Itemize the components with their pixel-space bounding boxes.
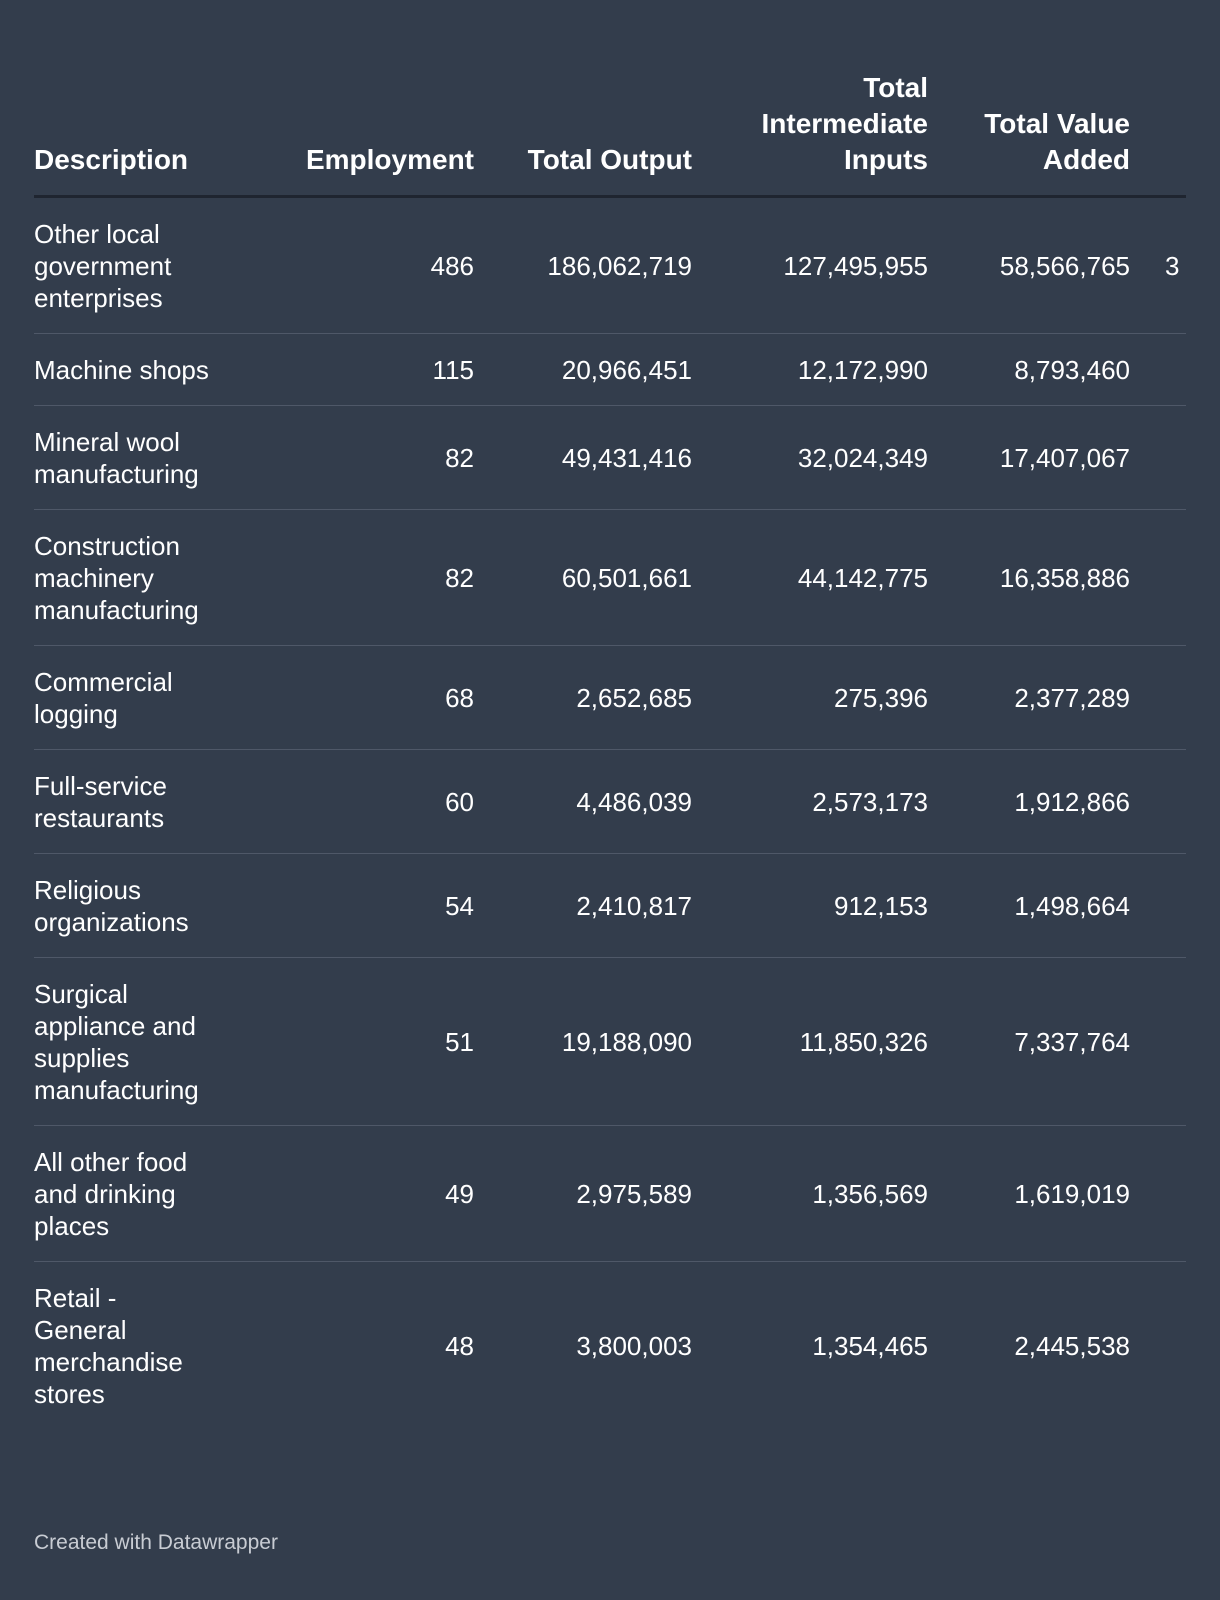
cell-description: All other food and drinking places bbox=[34, 1125, 234, 1262]
cell-total-intermediate-inputs: 2,573,173 bbox=[692, 749, 928, 854]
cell-description: Retail - General merchandise stores bbox=[34, 1283, 183, 1409]
cell-total-value-added: 1,912,866 bbox=[928, 749, 1130, 854]
cell-total-value-added: 16,358,886 bbox=[928, 509, 1130, 646]
cell-total-value-added: 58,566,765 bbox=[928, 196, 1130, 334]
column-header-description[interactable]: Description bbox=[34, 70, 234, 198]
cell-total-output: 2,652,685 bbox=[474, 645, 692, 750]
table-container: Description Employment Total Output Tota… bbox=[34, 70, 1186, 1490]
column-header-total-output[interactable]: Total Output bbox=[474, 70, 692, 198]
table-row: Retail - General merchandise stores 48 3,8… bbox=[34, 1262, 1186, 1430]
cell-clipped bbox=[1130, 333, 1186, 406]
cell-employment: 49 bbox=[234, 1125, 474, 1262]
column-header-total-intermediate-inputs[interactable]: Total Intermediate Inputs bbox=[692, 70, 928, 198]
table-row: Surgical appliance and supplies manufact… bbox=[34, 957, 1186, 1126]
cell-total-output: 4,486,039 bbox=[474, 749, 692, 854]
cell-total-output: 60,501,661 bbox=[474, 509, 692, 646]
cell-employment: 486 bbox=[234, 196, 474, 334]
cell-total-output: 19,188,090 bbox=[474, 957, 692, 1126]
cell-total-intermediate-inputs: 11,850,326 bbox=[692, 957, 928, 1126]
cell-total-intermediate-inputs: 1,354,465 bbox=[812, 1331, 928, 1361]
cell-description: Construction machinery manufacturing bbox=[34, 509, 234, 646]
cell-clipped bbox=[1130, 749, 1186, 854]
cell-total-value-added: 8,793,460 bbox=[928, 333, 1130, 406]
cell-employment: 82 bbox=[234, 405, 474, 510]
cell-total-output: 20,966,451 bbox=[474, 333, 692, 406]
cell-clipped: 3 bbox=[1130, 196, 1186, 334]
cell-total-output: 2,410,817 bbox=[474, 853, 692, 958]
cell-total-value-added: 1,619,019 bbox=[928, 1125, 1130, 1262]
cell-total-value-added: 2,377,289 bbox=[928, 645, 1130, 750]
cell-clipped bbox=[1130, 1125, 1186, 1262]
cell-employment: 82 bbox=[234, 509, 474, 646]
cell-total-intermediate-inputs: 44,142,775 bbox=[692, 509, 928, 646]
cell-clipped bbox=[1130, 405, 1186, 510]
cell-clipped bbox=[1130, 645, 1186, 750]
cell-description: Full-service restaurants bbox=[34, 749, 234, 854]
table-row: All other food and drinking places 49 2,97… bbox=[34, 1125, 1186, 1262]
cell-description: Religious organizations bbox=[34, 853, 234, 958]
cell-description: Mineral wool manufacturing bbox=[34, 405, 234, 510]
table-body: Other local government enterprises 486 186… bbox=[34, 196, 1186, 1430]
cell-total-output: 186,062,719 bbox=[474, 196, 692, 334]
cell-clipped bbox=[1130, 509, 1186, 646]
cell-total-output: 2,975,589 bbox=[474, 1125, 692, 1262]
cell-total-intermediate-inputs: 912,153 bbox=[692, 853, 928, 958]
cell-total-intermediate-inputs: 12,172,990 bbox=[692, 333, 928, 406]
cell-clipped bbox=[1130, 1262, 1186, 1430]
table-row: Commercial logging 68 2,652,685 275,396 2,37… bbox=[34, 645, 1186, 750]
cell-total-intermediate-inputs: 1,356,569 bbox=[692, 1125, 928, 1262]
column-header-employment[interactable]: Employment bbox=[234, 70, 474, 198]
table-row: Other local government enterprises 486 186… bbox=[34, 196, 1186, 334]
column-header-clipped[interactable] bbox=[1130, 70, 1186, 198]
table-row: Mineral wool manufacturing 82 49,431,416 32… bbox=[34, 405, 1186, 510]
cell-total-intermediate-inputs: 275,396 bbox=[692, 645, 928, 750]
cell-description: Commercial logging bbox=[34, 645, 234, 750]
cell-employment: 60 bbox=[234, 749, 474, 854]
table-row: Religious organizations 54 2,410,817 912,15… bbox=[34, 853, 1186, 958]
cell-employment: 115 bbox=[234, 333, 474, 406]
cell-total-value-added: 7,337,764 bbox=[928, 957, 1130, 1126]
table-row: Full-service restaurants 60 4,486,039 2,573… bbox=[34, 749, 1186, 854]
cell-employment: 54 bbox=[234, 853, 474, 958]
cell-total-output: 3,800,003 bbox=[576, 1331, 692, 1361]
footer-credit[interactable]: Created with Datawrapper bbox=[34, 1530, 278, 1556]
cell-employment: 68 bbox=[234, 645, 474, 750]
cell-total-value-added: 17,407,067 bbox=[928, 405, 1130, 510]
cell-description: Other local government enterprises bbox=[34, 196, 234, 334]
header-row: Description Employment Total Output Tota… bbox=[34, 70, 1186, 198]
cell-clipped bbox=[1130, 957, 1186, 1126]
cell-clipped bbox=[1130, 853, 1186, 958]
cell-employment: 48 bbox=[445, 1331, 474, 1361]
table-row: Machine shops 115 20,966,451 12,172,990 8,79… bbox=[34, 333, 1186, 406]
cell-employment: 51 bbox=[234, 957, 474, 1126]
cell-description: Surgical appliance and supplies manufact… bbox=[34, 957, 234, 1126]
data-table: Description Employment Total Output Tota… bbox=[34, 70, 1186, 1429]
cell-total-intermediate-inputs: 32,024,349 bbox=[692, 405, 928, 510]
table-row: Construction machinery manufacturing 82 60… bbox=[34, 509, 1186, 646]
column-header-total-value-added[interactable]: Total Value Added bbox=[928, 70, 1130, 198]
cell-description: Machine shops bbox=[34, 333, 234, 406]
cell-total-output: 49,431,416 bbox=[474, 405, 692, 510]
cell-total-value-added: 2,445,538 bbox=[1014, 1331, 1130, 1361]
cell-total-intermediate-inputs: 127,495,955 bbox=[692, 196, 928, 334]
cell-total-value-added: 1,498,664 bbox=[928, 853, 1130, 958]
